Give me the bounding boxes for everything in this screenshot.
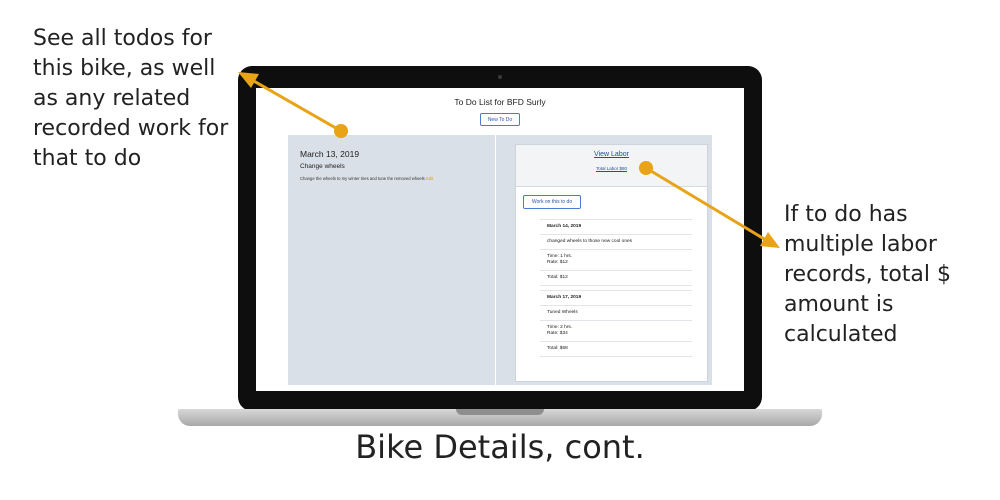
labor-record-time-rate: Time: 2 hrs. Rate: $34 bbox=[540, 321, 692, 342]
labor-panel: View Labor Total Labor $80 Work on this … bbox=[496, 135, 712, 385]
annotation-left: See all todos for this bike, as well as … bbox=[33, 26, 229, 171]
laptop-notch bbox=[456, 409, 544, 415]
todo-date: March 13, 2019 bbox=[300, 149, 360, 159]
todo-description-text: Change the wheels to my winter tires and… bbox=[300, 176, 425, 181]
new-todo-button[interactable]: New To Do bbox=[480, 113, 520, 126]
edit-link[interactable]: Edit bbox=[426, 176, 433, 181]
page-title: To Do List for BFD Surly bbox=[454, 97, 546, 107]
camera-icon bbox=[498, 75, 502, 79]
labor-record-date: March 14, 2019 bbox=[540, 220, 692, 235]
labor-record-total: Total: $12 bbox=[540, 271, 692, 286]
labor-header: View Labor Total Labor $80 bbox=[516, 145, 707, 187]
work-on-todo-button[interactable]: Work on this to do bbox=[523, 195, 581, 209]
annotation-right: If to do has multiple labor records, tot… bbox=[784, 202, 952, 347]
todo-panel: March 13, 2019 Change wheels Change the … bbox=[288, 135, 495, 385]
total-labor-link[interactable]: Total Labor $80 bbox=[516, 166, 707, 171]
labor-records: March 14, 2019 changed wheels to those n… bbox=[540, 215, 692, 357]
labor-record-date: March 17, 2019 bbox=[540, 291, 692, 306]
view-labor-link[interactable]: View Labor bbox=[516, 151, 707, 158]
labor-record-note: changed wheels to those new cool ones bbox=[540, 235, 692, 250]
caption: Bike Details, cont. bbox=[355, 428, 645, 466]
laptop-screen: To Do List for BFD Surly New To Do March… bbox=[256, 88, 744, 391]
labor-card: View Labor Total Labor $80 Work on this … bbox=[515, 144, 708, 382]
labor-record-time-rate: Time: 1 hrs. Rate: $12 bbox=[540, 250, 692, 271]
labor-record-total: Total: $68 bbox=[540, 342, 692, 357]
todo-title: Change wheels bbox=[300, 163, 345, 170]
labor-record-note: Tuned Wheels bbox=[540, 306, 692, 321]
todo-description: Change the wheels to my winter tires and… bbox=[300, 176, 490, 182]
